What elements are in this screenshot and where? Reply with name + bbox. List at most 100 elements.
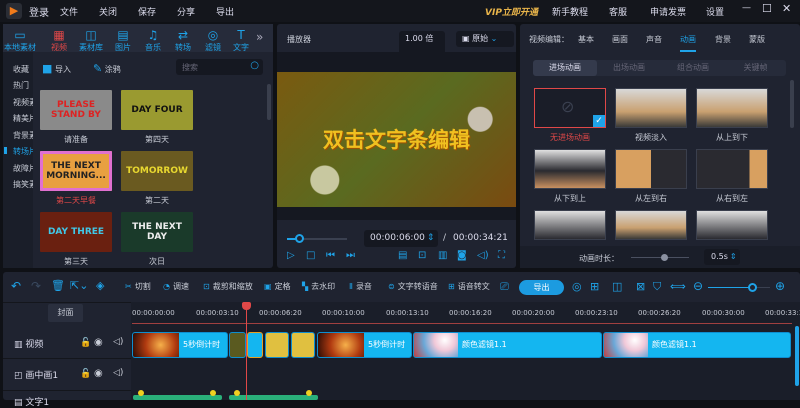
- keyframe-dot[interactable]: [234, 390, 240, 396]
- tab-audio[interactable]: 声音: [646, 34, 662, 45]
- ruler[interactable]: [132, 323, 792, 324]
- volume-slider[interactable]: [287, 234, 347, 243]
- video-clip[interactable]: 5秒倒计时: [317, 332, 412, 358]
- subtab-enter[interactable]: 进场动画: [533, 60, 597, 76]
- snapshot-icon[interactable]: ◙: [457, 250, 467, 261]
- category-item[interactable]: 视频素: [13, 97, 33, 108]
- expand-icon[interactable]: ⟺: [670, 280, 686, 293]
- zoom-in-icon[interactable]: ⊕: [775, 279, 785, 293]
- menu-save[interactable]: 保存: [138, 5, 156, 18]
- lock-icon[interactable]: 🔓: [80, 338, 91, 348]
- video-clip[interactable]: 5秒倒计时: [132, 332, 228, 358]
- menu-close[interactable]: 关闭: [99, 5, 117, 18]
- media-thumb[interactable]: THE NEXT DAY: [121, 212, 193, 252]
- ratio-select[interactable]: ▣ 原始 ⌄: [456, 31, 514, 47]
- animation-option[interactable]: [534, 149, 606, 189]
- mute-icon[interactable]: ◁): [113, 368, 123, 378]
- media-thumb[interactable]: DAY THREE: [40, 212, 112, 252]
- split-icon[interactable]: ◫: [612, 280, 622, 293]
- mute-icon[interactable]: ◁): [113, 337, 123, 347]
- next-frame-icon[interactable]: ⏭: [346, 250, 355, 261]
- media-thumb[interactable]: DAY FOUR: [121, 90, 193, 130]
- video-clip[interactable]: [229, 332, 246, 358]
- support-link[interactable]: 客服: [609, 5, 627, 18]
- media-thumb[interactable]: THE NEXT MORNING...: [40, 151, 112, 191]
- cover-button[interactable]: 封面: [48, 304, 83, 322]
- category-item[interactable]: 转场片: [13, 146, 33, 157]
- tab-text[interactable]: T 文字: [225, 28, 257, 53]
- current-time-input[interactable]: 00:00:06:00 ⇕: [364, 230, 438, 247]
- duration-input[interactable]: 0.5s ⇕: [704, 249, 740, 265]
- keyframe-dot[interactable]: [138, 390, 144, 396]
- slider-handle[interactable]: [295, 234, 304, 243]
- fit-icon[interactable]: ⊞: [590, 280, 599, 293]
- tab-music[interactable]: ♫ 音乐: [137, 28, 169, 53]
- stop-icon[interactable]: □: [306, 250, 315, 261]
- tool-tts[interactable]: ⊜ 文字转语音: [388, 281, 438, 292]
- play-icon[interactable]: ▷: [287, 250, 295, 261]
- undo-icon[interactable]: ↶: [11, 279, 21, 293]
- video-clip[interactable]: 颜色滤镜1.1: [413, 332, 602, 358]
- zoom-out-icon[interactable]: ⊖: [693, 279, 703, 293]
- eye-icon[interactable]: ◉: [94, 368, 103, 379]
- animation-option[interactable]: [534, 210, 606, 240]
- prev-frame-icon[interactable]: ⏮: [326, 250, 335, 261]
- tutorial-link[interactable]: 新手教程: [552, 5, 588, 18]
- tool-stt[interactable]: ⊞ 语音转文: [448, 281, 508, 292]
- redo-icon[interactable]: ↷: [31, 279, 41, 293]
- animation-option[interactable]: [696, 210, 768, 240]
- menu-export[interactable]: 导出: [216, 5, 234, 18]
- media-scrollbar[interactable]: [267, 84, 271, 120]
- tab-animation[interactable]: 动画: [680, 34, 696, 52]
- login-button[interactable]: 登录: [29, 4, 49, 19]
- tab-background[interactable]: 背景: [715, 34, 731, 45]
- keyframe-dot[interactable]: [306, 390, 312, 396]
- video-clip[interactable]: 颜色滤镜1.1: [603, 332, 791, 358]
- timeline-zoom-slider[interactable]: [708, 283, 770, 292]
- menu-file[interactable]: 文件: [60, 5, 78, 18]
- subtitle-icon[interactable]: ▥: [438, 250, 447, 261]
- playhead[interactable]: [246, 302, 247, 400]
- slider-handle[interactable]: [748, 283, 757, 292]
- shield-icon[interactable]: ⛉: [653, 280, 661, 294]
- maximize-icon[interactable]: ☐: [762, 2, 772, 15]
- screen-record-icon[interactable]: ⎚: [500, 280, 509, 294]
- tool-freeze[interactable]: ▣ 定格: [264, 281, 291, 292]
- subtab-keyframe[interactable]: 关键帧: [725, 60, 786, 76]
- media-thumb[interactable]: PLEASE STAND BY: [40, 90, 112, 130]
- snap-icon[interactable]: ◎: [572, 280, 582, 293]
- category-item[interactable]: 热门: [13, 80, 29, 91]
- tab-mask[interactable]: 蒙版: [749, 34, 765, 45]
- lock-icon[interactable]: 🔓: [80, 369, 91, 379]
- text-clip[interactable]: [229, 395, 318, 400]
- more-tabs-icon[interactable]: »: [256, 30, 263, 44]
- playhead-handle[interactable]: [242, 302, 251, 310]
- video-clip[interactable]: [291, 332, 315, 358]
- stepper-icon[interactable]: ⇕: [427, 233, 435, 243]
- doodle-button[interactable]: ✎ 涂鸦: [93, 62, 121, 75]
- category-item[interactable]: 故障片: [13, 163, 33, 174]
- tab-image[interactable]: ▤ 图片: [107, 28, 139, 53]
- subtab-exit[interactable]: 出场动画: [597, 60, 661, 76]
- close-icon[interactable]: ✕: [782, 2, 791, 15]
- eye-icon[interactable]: ◉: [94, 337, 103, 348]
- tab-transition[interactable]: ⇄ 转场: [167, 28, 199, 53]
- animation-option[interactable]: [615, 88, 687, 128]
- category-item[interactable]: 搞笑素: [13, 179, 33, 190]
- crop-icon[interactable]: ▤: [398, 250, 407, 261]
- video-preview[interactable]: 双击文字条编辑: [277, 72, 516, 207]
- tool-speed[interactable]: ◔ 调速: [163, 281, 189, 292]
- animation-option[interactable]: [696, 149, 768, 189]
- volume-icon[interactable]: ◁): [477, 250, 489, 261]
- category-item[interactable]: 背景素: [13, 130, 33, 141]
- fullscreen-icon[interactable]: ⛶: [498, 250, 505, 261]
- animation-scrollbar[interactable]: [790, 80, 794, 128]
- tab-local[interactable]: ▭ 本地素材: [3, 28, 37, 53]
- mosaic-icon[interactable]: ⊠: [636, 280, 645, 293]
- search-icon[interactable]: ○: [250, 60, 259, 71]
- animation-option[interactable]: [615, 149, 687, 189]
- marker-icon[interactable]: ◈: [96, 279, 104, 292]
- tab-basic[interactable]: 基本: [578, 34, 594, 45]
- select-tool-icon[interactable]: ⇱⌄: [70, 279, 88, 292]
- text-clip[interactable]: [133, 395, 222, 400]
